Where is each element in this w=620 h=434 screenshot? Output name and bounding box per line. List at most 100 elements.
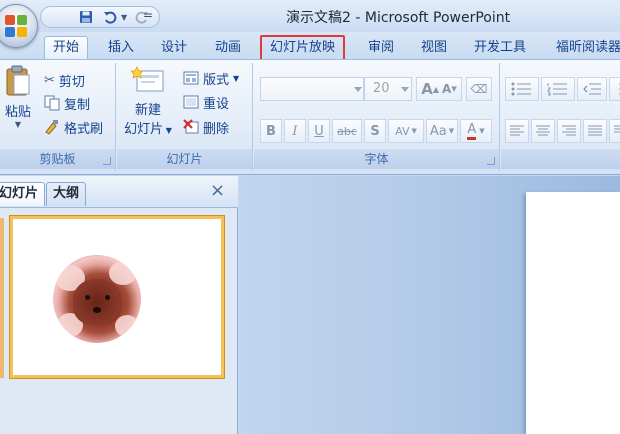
underline-button[interactable]: U (308, 119, 330, 143)
align-right-icon (562, 125, 576, 136)
paste-button[interactable]: 粘贴 ▼ (0, 65, 36, 129)
slide-selection-marker (0, 218, 4, 378)
font-size-box[interactable]: 20 (364, 77, 412, 101)
undo-dropdown-icon[interactable]: ▼ (121, 13, 127, 22)
font-size-dropdown-icon[interactable] (401, 87, 409, 92)
ribbon: 粘贴 ▼ ✂ 剪切 复制 格式刷 剪贴板 新建 幻灯片 ▼ 版式 ▼ 重设 删除… (0, 59, 620, 175)
tab-foxit-reader[interactable]: 福昕阅读器 (556, 37, 620, 60)
clear-formatting-icon: ⌫ (470, 82, 488, 96)
layout-button[interactable]: 版式 ▼ (183, 67, 239, 89)
tab-design[interactable]: 设计 (161, 37, 187, 60)
increase-indent-button[interactable] (609, 77, 620, 101)
bold-button[interactable]: B (260, 119, 282, 143)
columns-button[interactable] (609, 119, 620, 143)
delete-label: 删除 (203, 121, 230, 137)
decrease-indent-button[interactable] (577, 77, 607, 101)
tab-animations[interactable]: 动画 (215, 37, 241, 60)
title-bar: ▼ = 演示文稿2 - Microsoft PowerPoint (0, 0, 620, 48)
clipboard-launcher-icon[interactable] (103, 157, 111, 165)
align-center-icon (536, 125, 550, 136)
font-color-button[interactable]: A ▼ (460, 119, 492, 143)
slides-group: 新建 幻灯片 ▼ 版式 ▼ 重设 删除 幻灯片 (117, 63, 253, 171)
change-case-label: Aa (429, 123, 447, 139)
copy-icon (44, 95, 60, 111)
new-slide-button[interactable]: 新建 幻灯片 ▼ (119, 65, 177, 137)
tab-outline-pane[interactable]: 大纲 (46, 182, 87, 206)
change-case-button[interactable]: Aa ▼ (426, 119, 458, 143)
paste-icon (6, 65, 30, 96)
grow-font-button[interactable]: A (421, 80, 433, 98)
font-size-value: 20 (373, 81, 390, 96)
tab-view[interactable]: 视图 (421, 37, 447, 60)
format-painter-button[interactable]: 格式刷 (44, 116, 103, 138)
circular-dog-photo (53, 255, 141, 343)
slide-canvas[interactable] (526, 192, 620, 434)
numbering-button[interactable] (541, 77, 575, 101)
reset-button[interactable]: 重设 (183, 91, 229, 113)
layout-label: 版式 (203, 72, 230, 88)
text-shadow-button[interactable]: S (364, 119, 386, 143)
tab-review[interactable]: 审阅 (368, 37, 394, 60)
slides-pane (0, 208, 238, 434)
new-slide-dropdown-icon[interactable]: ▼ (163, 126, 172, 135)
window-title: 演示文稿2 - Microsoft PowerPoint (286, 10, 511, 26)
align-left-icon (510, 125, 524, 136)
format-painter-label: 格式刷 (64, 121, 104, 137)
tab-developer[interactable]: 开发工具 (474, 37, 526, 60)
character-spacing-label: AV (395, 124, 410, 138)
change-case-dropdown-icon: ▼ (448, 127, 455, 135)
slide-thumbnail-1[interactable] (10, 216, 224, 378)
copy-label: 复制 (64, 97, 91, 113)
character-spacing-dropdown-icon: ▼ (411, 127, 417, 135)
character-spacing-button[interactable]: AV ▼ (388, 119, 424, 143)
format-painter-icon (44, 119, 60, 135)
align-right-button[interactable] (557, 119, 581, 143)
justify-button[interactable] (583, 119, 607, 143)
ribbon-tabs: 开始 插入 设计 动画 幻灯片放映 审阅 视图 开发工具 福昕阅读器 (0, 32, 620, 61)
shrink-font-button[interactable]: A (442, 82, 451, 96)
copy-button[interactable]: 复制 (44, 92, 90, 114)
justify-icon (588, 125, 602, 136)
office-logo-icon (5, 15, 27, 37)
tab-slideshow[interactable]: 幻灯片放映 (260, 35, 346, 61)
save-icon[interactable] (77, 9, 95, 25)
slides-pane-header: 幻灯片 大纲 × (0, 176, 238, 208)
clipboard-group-label: 剪贴板 (0, 149, 115, 169)
undo-icon[interactable] (101, 9, 119, 25)
clear-formatting-button[interactable]: ⌫ (466, 77, 492, 101)
font-group-label: 字体 (254, 149, 499, 169)
tab-slides-pane[interactable]: 幻灯片 (0, 182, 46, 206)
paste-dropdown-icon[interactable]: ▼ (0, 120, 36, 129)
layout-dropdown-icon[interactable]: ▼ (233, 74, 239, 83)
bullets-icon (511, 82, 531, 96)
paste-label: 粘贴 (4, 105, 31, 120)
font-name-dropdown-icon[interactable] (354, 87, 362, 92)
delete-icon (183, 119, 199, 135)
tab-home[interactable]: 开始 (44, 36, 89, 61)
bullets-button[interactable] (505, 77, 539, 101)
new-slide-label-line1: 新建 (134, 103, 161, 118)
customize-qat-icon[interactable]: = (143, 8, 153, 22)
italic-button[interactable]: I (284, 119, 306, 143)
columns-icon (614, 125, 620, 133)
close-pane-icon[interactable]: × (210, 180, 225, 201)
delete-slide-button[interactable]: 删除 (183, 116, 229, 138)
layout-icon (183, 70, 199, 86)
tab-insert[interactable]: 插入 (108, 37, 134, 60)
align-left-button[interactable] (505, 119, 529, 143)
font-color-dropdown-icon: ▼ (479, 127, 485, 135)
reset-label: 重设 (203, 96, 230, 112)
align-center-button[interactable] (531, 119, 555, 143)
slides-group-label: 幻灯片 (117, 149, 252, 169)
new-slide-label-line2: 幻灯片 (124, 122, 164, 137)
cut-label: 剪切 (58, 74, 85, 90)
font-group: 20 A ▲ A ▼ ⌫ B I U abc S AV ▼ Aa ▼ A ▼ 字体 (254, 63, 500, 171)
slide-editor-area (239, 176, 620, 434)
scissors-icon: ✂ (44, 72, 55, 88)
strikethrough-button[interactable]: abc (332, 119, 362, 143)
increase-indent-icon (619, 83, 620, 95)
cut-button[interactable]: ✂ 剪切 (44, 69, 85, 91)
font-name-box[interactable] (260, 77, 364, 101)
font-launcher-icon[interactable] (487, 157, 495, 165)
new-slide-icon (130, 66, 164, 92)
